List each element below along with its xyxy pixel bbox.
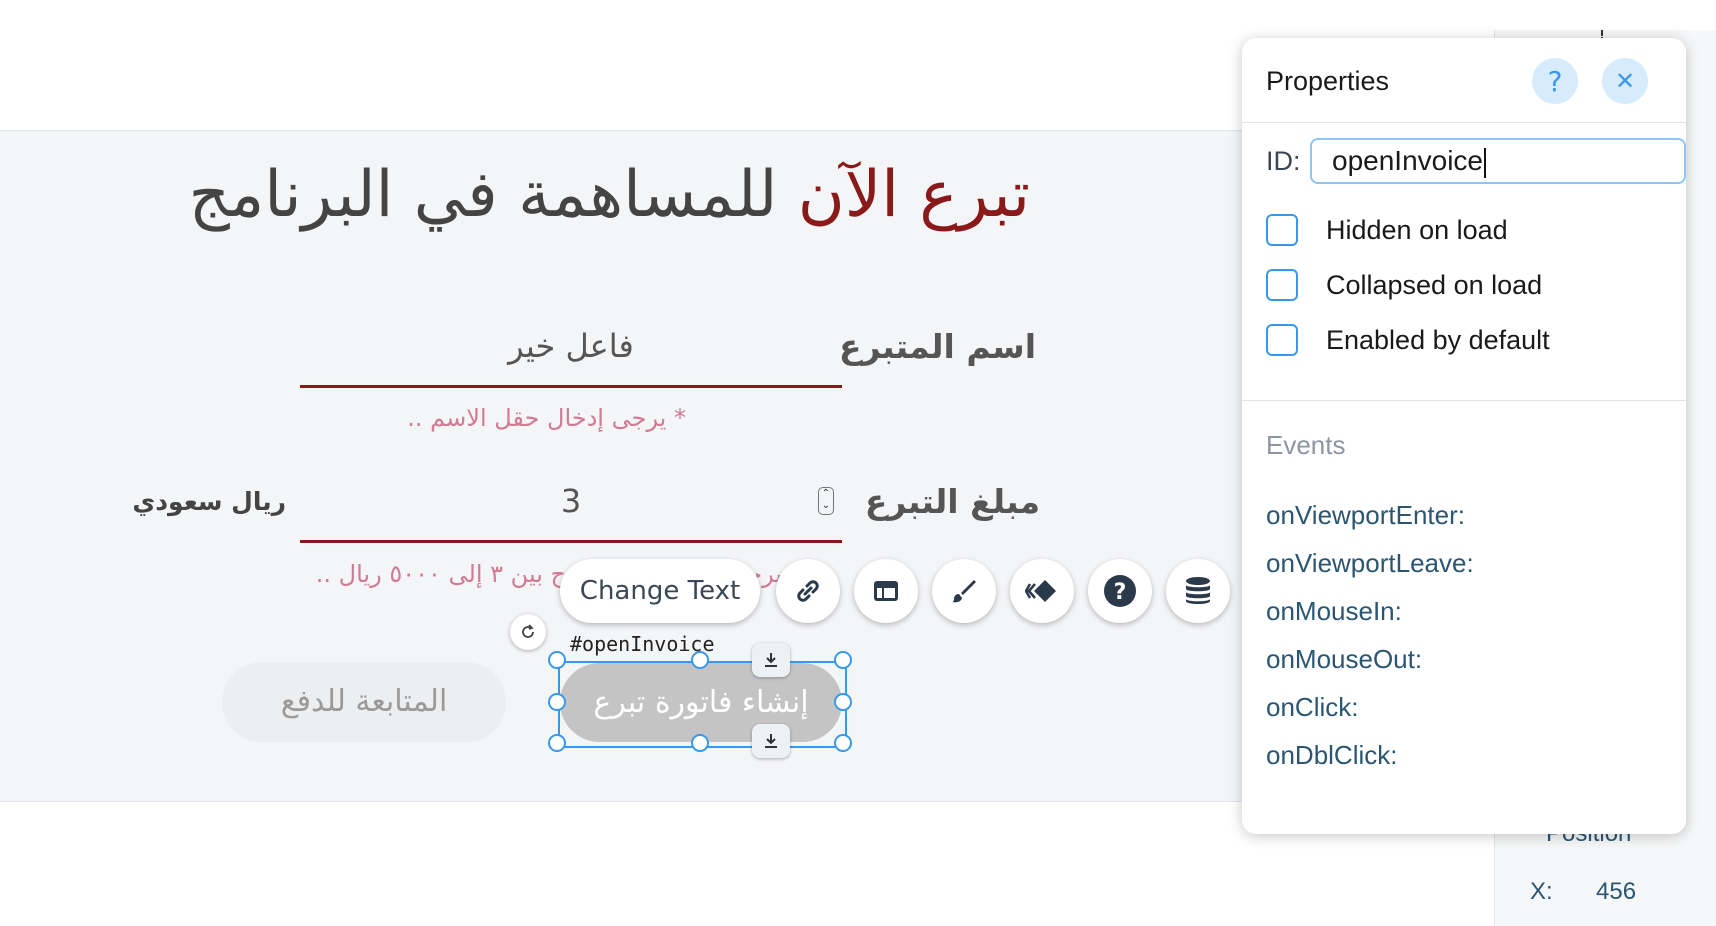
amount-field[interactable]: 3 — [300, 470, 842, 543]
donor-name-value: فاعل خير — [508, 327, 634, 365]
currency-label: ريال سعودي — [132, 487, 286, 516]
events-divider — [1242, 400, 1686, 401]
svg-text:?: ? — [1114, 580, 1127, 605]
page-title: تبرع الآن للمساهمة في البرنامج — [189, 150, 1030, 240]
dock-bottom-icon[interactable] — [752, 724, 790, 758]
event-on-viewport-enter[interactable]: onViewportEnter: — [1266, 500, 1465, 531]
rotate-icon[interactable] — [510, 614, 546, 650]
event-on-dbl-click[interactable]: onDblClick: — [1266, 740, 1398, 771]
resize-handle-right[interactable] — [834, 693, 852, 711]
donor-name-label: اسم المتبرع — [839, 327, 1036, 366]
animation-icon[interactable] — [1010, 559, 1074, 623]
resize-handle-left[interactable] — [548, 693, 566, 711]
change-text-button[interactable]: Change Text — [560, 559, 760, 623]
enabled-by-default-checkbox[interactable] — [1266, 324, 1298, 356]
event-on-viewport-leave[interactable]: onViewportLeave: — [1266, 548, 1474, 579]
enabled-by-default-label: Enabled by default — [1326, 324, 1550, 355]
layout-icon[interactable] — [854, 559, 918, 623]
donor-name-field[interactable]: فاعل خير — [300, 315, 842, 388]
page-title-rest: للمساهمة في البرنامج — [188, 158, 798, 232]
collapsed-on-load-checkbox[interactable] — [1266, 269, 1298, 301]
event-on-mouse-in[interactable]: onMouseIn: — [1266, 596, 1402, 627]
hidden-on-load-checkbox[interactable] — [1266, 214, 1298, 246]
x-value[interactable]: 456 — [1596, 878, 1636, 906]
resize-handle-bottom[interactable] — [691, 734, 709, 752]
collapsed-on-load-label: Collapsed on load — [1326, 269, 1543, 300]
x-label: X: — [1530, 878, 1553, 905]
header-divider — [1242, 122, 1686, 123]
properties-panel: Properties ? ✕ ID: openInvoice Hidden on… — [1242, 38, 1686, 834]
resize-handle-top[interactable] — [691, 651, 709, 669]
link-icon[interactable] — [776, 559, 840, 623]
design-brush-icon[interactable] — [932, 559, 996, 623]
selected-element-tag: #openInvoice — [570, 632, 715, 656]
donor-name-error: * يرجى إدخال حقل الاسم .. — [407, 404, 686, 432]
amount-value: 3 — [560, 482, 582, 520]
amount-label: مبلغ التبرع — [864, 482, 1040, 521]
amount-spinner[interactable]: ⌃ ⌄ — [818, 487, 834, 515]
resize-handle-top-left[interactable] — [548, 651, 566, 669]
hidden-on-load-option[interactable]: Hidden on load — [1266, 212, 1508, 248]
enabled-by-default-option[interactable]: Enabled by default — [1266, 322, 1550, 358]
properties-title: Properties — [1266, 66, 1390, 96]
id-input-value: openInvoice — [1332, 145, 1484, 176]
continue-to-payment-button[interactable]: المتابعة للدفع — [222, 662, 506, 742]
resize-handle-bottom-left[interactable] — [548, 734, 566, 752]
id-label: ID: — [1266, 146, 1301, 176]
id-input[interactable]: openInvoice — [1310, 138, 1686, 184]
collapsed-on-load-option[interactable]: Collapsed on load — [1266, 267, 1542, 303]
help-icon[interactable]: ? — [1532, 58, 1578, 104]
help-icon[interactable]: ? — [1088, 559, 1152, 623]
hidden-on-load-label: Hidden on load — [1326, 214, 1508, 245]
dock-top-icon[interactable] — [752, 643, 790, 677]
event-on-mouse-out[interactable]: onMouseOut: — [1266, 644, 1422, 675]
database-icon[interactable] — [1166, 559, 1230, 623]
amount-error: ح بين ٣ إلى ٥٠٠٠ ريال .. — [315, 560, 566, 588]
resize-handle-bottom-right[interactable] — [834, 734, 852, 752]
close-icon[interactable]: ✕ — [1602, 58, 1648, 104]
events-title: Events — [1266, 430, 1346, 460]
text-cursor — [1484, 147, 1487, 178]
page-title-highlight: تبرع الآن — [797, 158, 1030, 232]
event-on-click[interactable]: onClick: — [1266, 692, 1358, 723]
resize-handle-top-right[interactable] — [834, 651, 852, 669]
